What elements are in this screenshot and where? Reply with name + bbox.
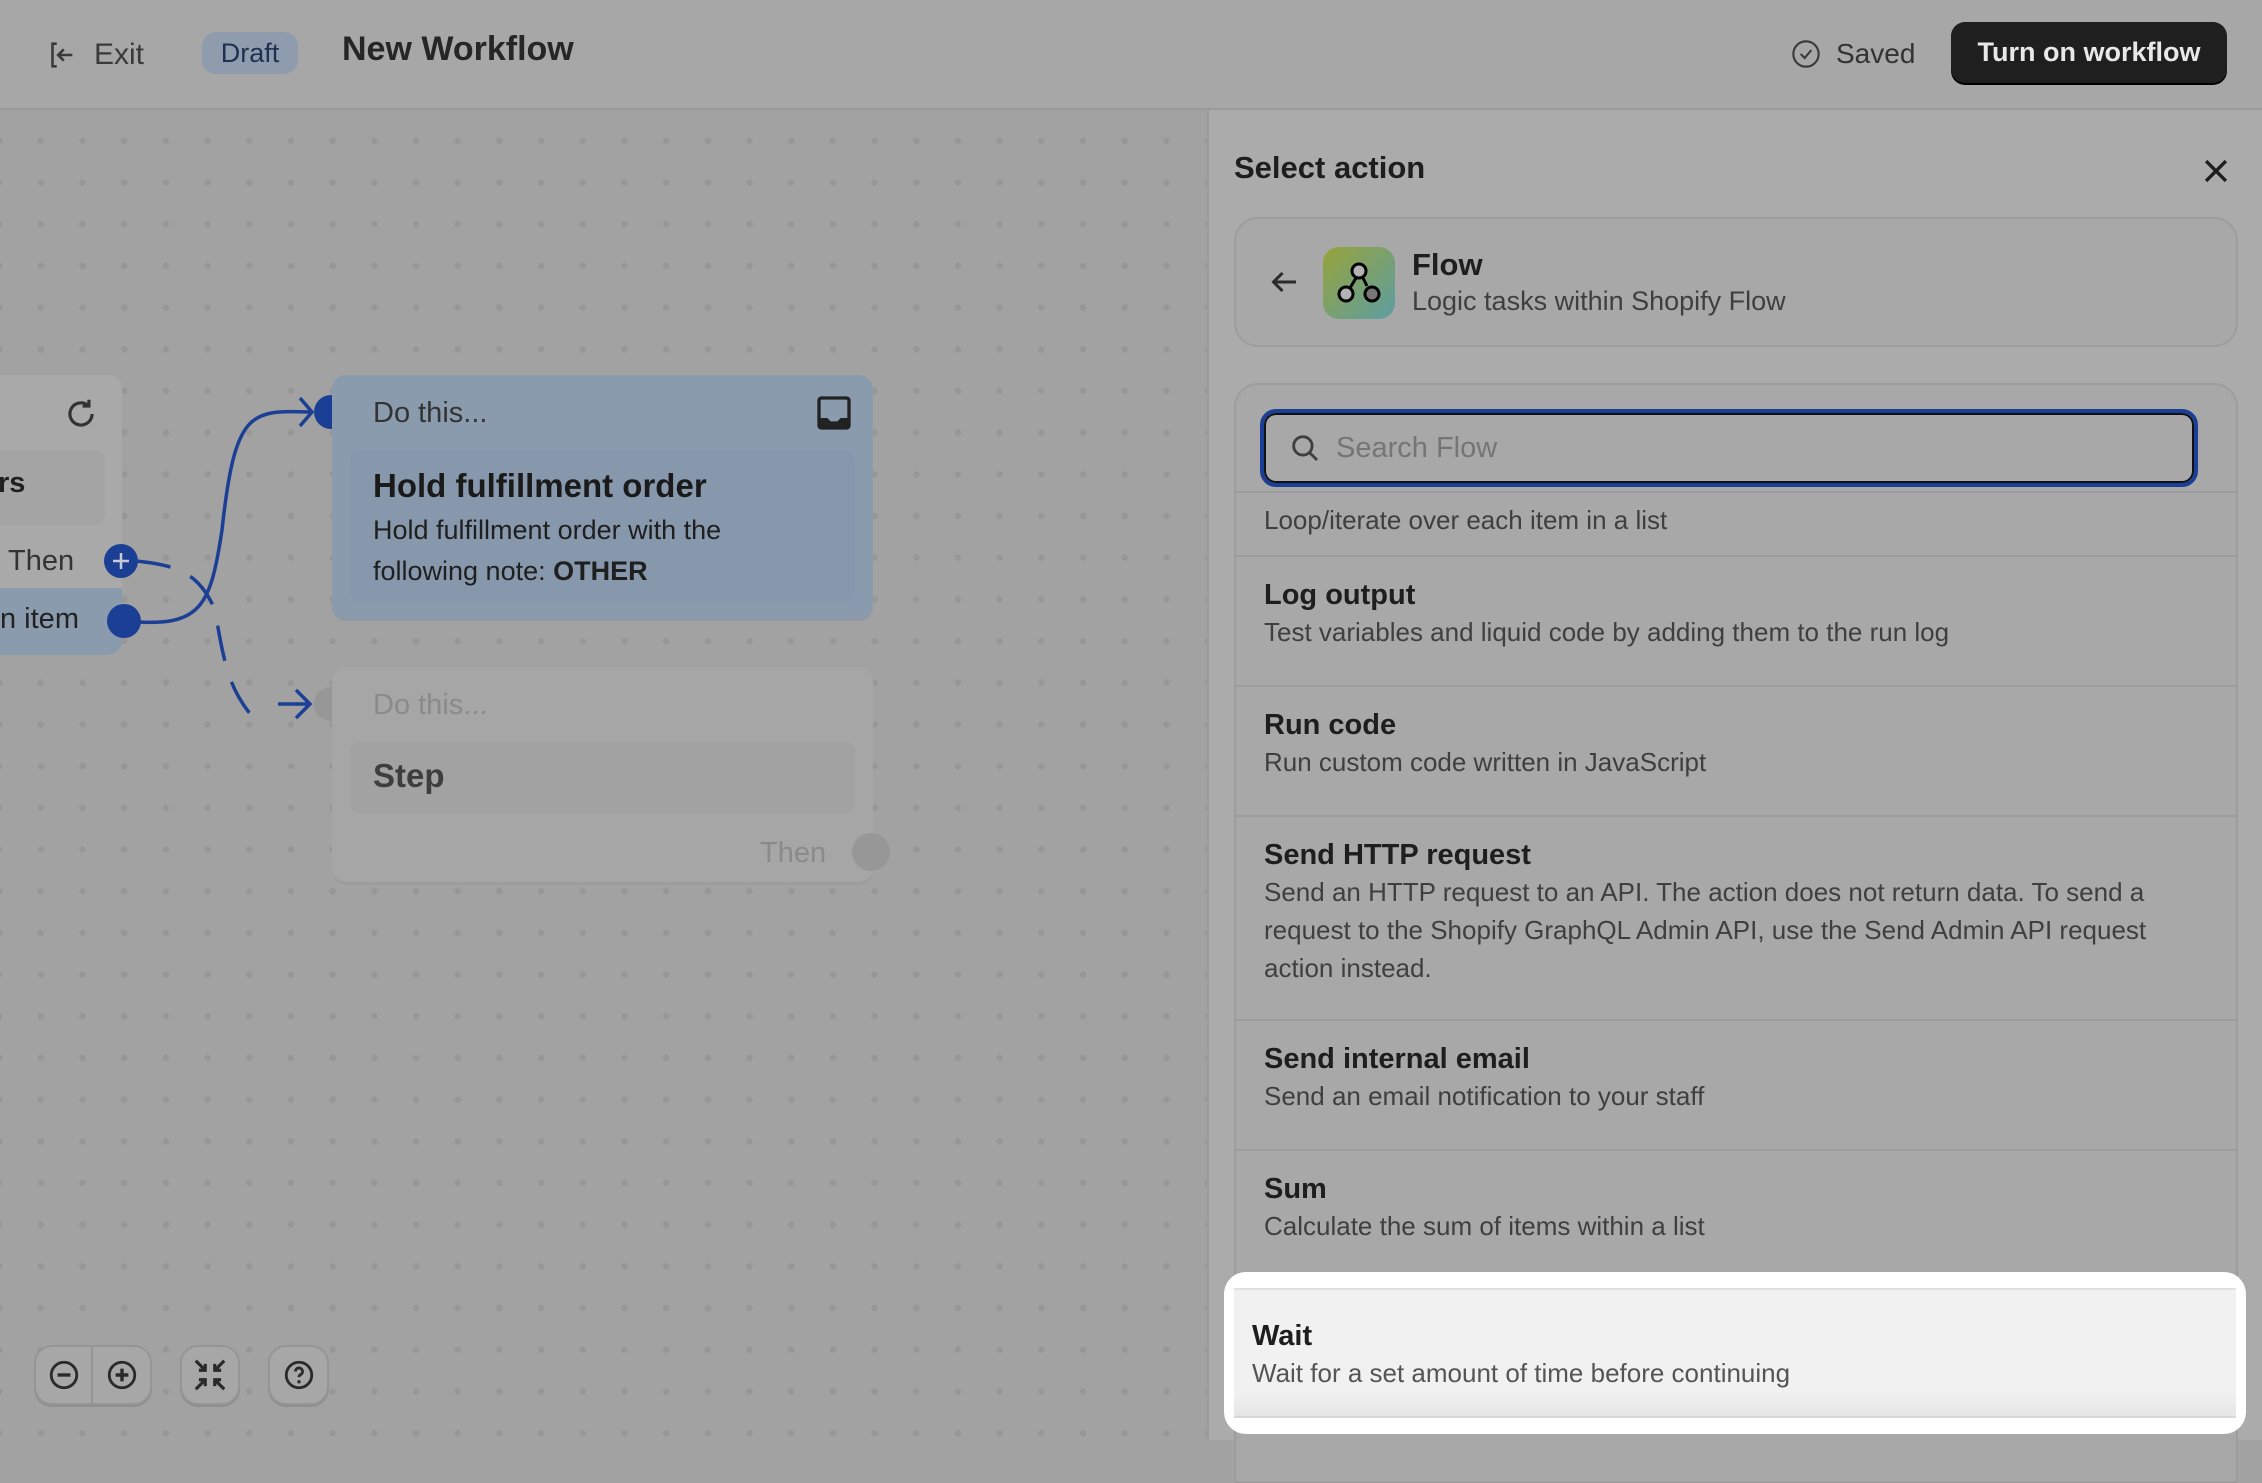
item-title: Run code (1264, 709, 1397, 741)
node-title: Hold fulfillment order (373, 467, 707, 504)
workflow-canvas[interactable]: rs Then n item Do this... Hold fulfillme… (0, 110, 1207, 1440)
item-desc: Run custom code written in JavaScript (1264, 747, 1707, 777)
flow-app-icon (1323, 247, 1395, 319)
select-action-panel: Select action Flow Logic tasks within Sh… (1207, 110, 2262, 1483)
node-desc: Hold fulfillment order with the followin… (373, 510, 803, 592)
item-title: Sum (1264, 1173, 1327, 1205)
item-desc: Test variables and liquid code by adding… (1264, 617, 1950, 647)
exit-icon (51, 42, 73, 68)
hold-fulfillment-node[interactable]: Do this... Hold fulfillment order Hold f… (332, 375, 873, 618)
search-input[interactable] (1336, 431, 2156, 465)
node-desc-text: Hold fulfillment order with the followin… (373, 515, 722, 586)
page-title: New Workflow (342, 30, 574, 68)
exit-label: Exit (94, 38, 145, 71)
list-item[interactable]: Log output Test variables and liquid cod… (1236, 557, 2236, 685)
check-circle-icon (1792, 40, 1820, 68)
inbox-icon[interactable] (814, 393, 854, 433)
status-badge: Draft (202, 32, 298, 74)
panel-title: Select action (1234, 150, 1426, 185)
list-item[interactable]: Send internal email Send an email notifi… (1236, 1021, 2236, 1149)
app-desc: Logic tasks within Shopify Flow (1412, 286, 1786, 316)
then-port[interactable] (852, 833, 890, 871)
list-item[interactable]: Run code Run custom code written in Java… (1236, 687, 2236, 815)
saved-label: Saved (1836, 38, 1916, 69)
exit-button[interactable]: Exit (44, 30, 144, 80)
node-header: Do this... (373, 689, 488, 721)
fit-view-button[interactable] (180, 1345, 240, 1405)
search-field[interactable] (1260, 409, 2198, 487)
item-title: Send HTTP request (1264, 839, 1531, 871)
app-name: Flow (1412, 247, 1483, 282)
collapse-icon (194, 1359, 226, 1391)
search-icon (1292, 435, 1319, 462)
saved-status: Saved (1790, 32, 1915, 76)
item-desc: Send an email notification to your staff (1264, 1081, 1705, 1111)
turn-on-workflow-button[interactable]: Turn on workflow (1951, 22, 2227, 83)
top-bar: Exit Draft New Workflow Saved Turn on wo… (0, 0, 2262, 110)
item-title: Send internal email (1264, 1043, 1530, 1075)
zoom-in-button[interactable] (93, 1347, 150, 1403)
zoom-out-button[interactable] (36, 1347, 94, 1403)
item-title: Wait (1252, 1320, 1313, 1352)
back-arrow-icon[interactable] (1266, 264, 1302, 300)
list-item-partial-desc: Loop/iterate over each item in a list (1264, 505, 1668, 535)
list-item-wait[interactable]: Wait Wait for a set amount of time befor… (1224, 1272, 2246, 1434)
zoom-controls (34, 1345, 152, 1405)
node-title: Step (373, 757, 445, 794)
plus-circle-icon (107, 1360, 136, 1390)
minus-circle-icon (49, 1360, 78, 1390)
item-title: Log output (1264, 579, 1416, 611)
item-desc: Send an HTTP request to an API. The acti… (1264, 877, 2147, 983)
close-icon[interactable] (2199, 154, 2233, 188)
item-desc: Wait for a set amount of time before con… (1252, 1358, 1791, 1388)
help-icon (284, 1360, 313, 1390)
list-item[interactable]: Sum Calculate the sum of items within a … (1236, 1151, 2236, 1279)
list-item[interactable]: Send HTTP request Send an HTTP request t… (1236, 817, 2236, 1019)
app-card: Flow Logic tasks within Shopify Flow (1234, 217, 2238, 347)
node-note-value: OTHER (553, 556, 648, 586)
help-button[interactable] (268, 1345, 329, 1405)
step-node[interactable]: Do this... Step Then (332, 667, 890, 882)
then-label: Then (760, 837, 827, 869)
node-header: Do this... (373, 397, 488, 429)
item-desc: Calculate the sum of items within a list (1264, 1211, 1705, 1241)
